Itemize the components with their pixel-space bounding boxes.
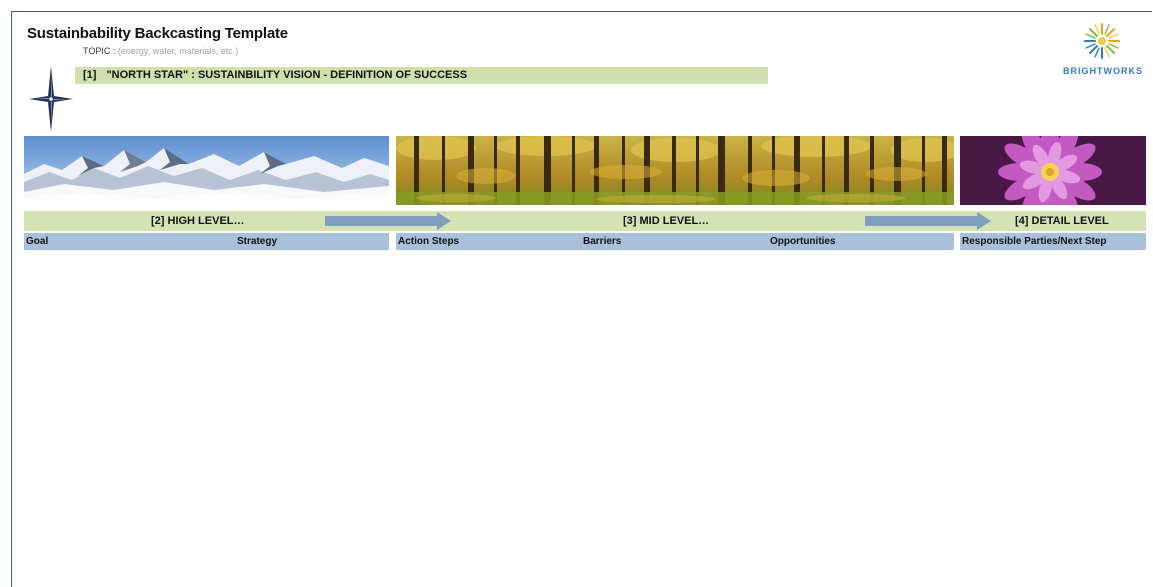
strategy-label: Strategy (237, 236, 278, 247)
level-mid-label: [3] MID LEVEL… (623, 215, 710, 227)
column-header-opportunities: Opportunities (396, 233, 954, 250)
column-header-strategy: Strategy (24, 233, 389, 250)
topic-line: TOPIC : (energy, water, materials, etc.) (83, 46, 238, 56)
north-star-vision-bar[interactable]: [1] "NORTH STAR" : SUSTAINBILITY VISION -… (75, 67, 768, 84)
column-header-responsible: Responsible Parties/Next Step (960, 233, 1146, 250)
page-title: Sustainbability Backcasting Template (27, 25, 288, 42)
brightworks-logo: BRIGHTWORKS (1063, 22, 1143, 84)
arrow-right-icon (865, 212, 991, 230)
level-high-label: [2] HIGH LEVEL… (151, 215, 245, 227)
level-detail-label: [4] DETAIL LEVEL (1015, 215, 1109, 227)
topic-label: TOPIC : (83, 46, 116, 56)
forest-photo (396, 136, 954, 205)
vision-number: [1] (83, 69, 97, 81)
logo-text: BRIGHTWORKS (1063, 66, 1143, 76)
topic-hint: (energy, water, materials, etc.) (117, 46, 239, 56)
sunburst-logo-icon (1084, 23, 1120, 59)
template-frame (11, 11, 1152, 587)
flower-photo (960, 136, 1146, 205)
opportunities-label: Opportunities (770, 236, 836, 247)
responsible-label: Responsible Parties/Next Step (962, 236, 1107, 247)
vision-text: "NORTH STAR" : SUSTAINBILITY VISION - DE… (106, 69, 468, 81)
arrow-right-icon (325, 212, 451, 230)
mountains-photo (24, 136, 389, 205)
compass-star-icon (29, 66, 73, 132)
